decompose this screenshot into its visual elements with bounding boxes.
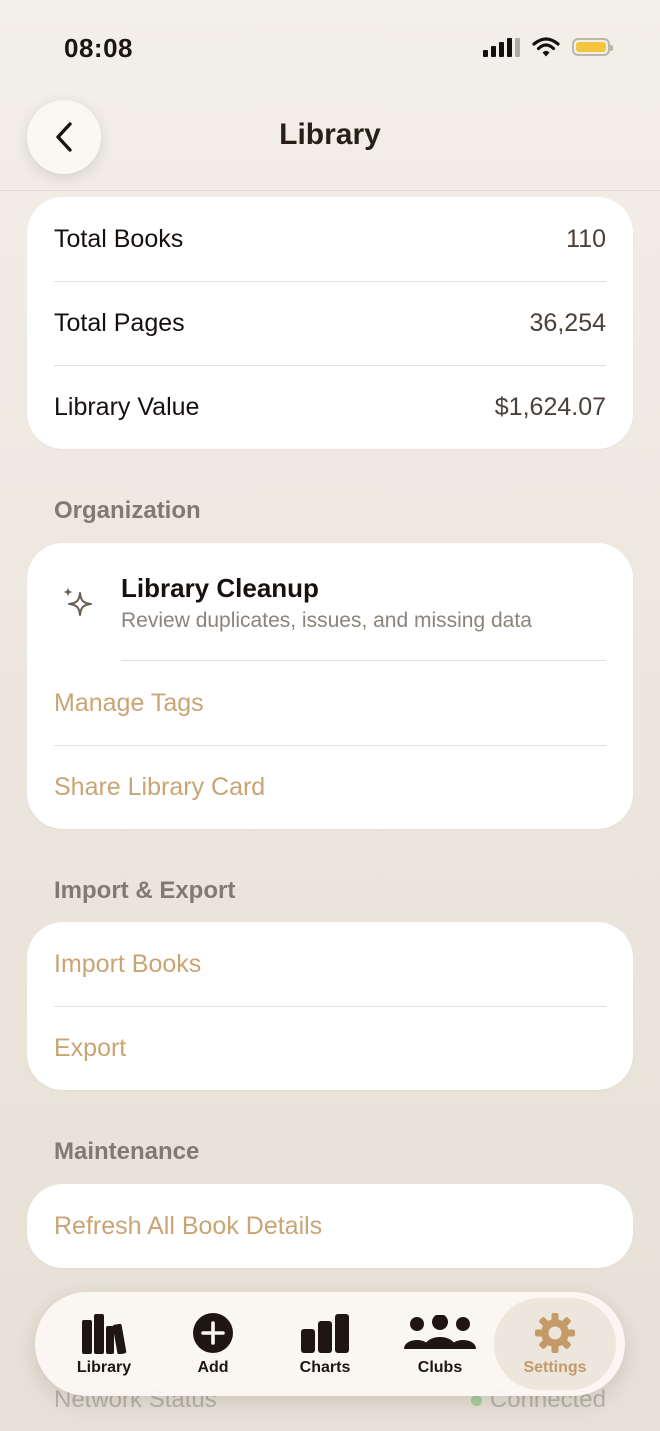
import-books-button[interactable]: Import Books [27,922,633,1006]
status-bar: 08:08 [0,0,660,96]
tab-library[interactable]: Library [57,1292,151,1396]
export-button[interactable]: Export [27,1006,633,1090]
stat-value: 110 [566,224,606,253]
tab-label: Clubs [417,1359,463,1376]
manage-tags-button[interactable]: Manage Tags [27,661,633,745]
stat-row-total-pages: Total Pages 36,254 [27,281,633,365]
status-time: 08:08 [64,33,133,63]
manage-tags-label: Manage Tags [54,688,204,717]
export-label: Export [54,1033,127,1062]
stat-value: 36,254 [529,308,606,337]
stat-value: $1,624.07 [494,392,606,421]
wifi-icon [532,37,560,57]
section-header-import-export: Import & Export [54,877,236,904]
status-icons [483,36,613,58]
library-cleanup-button[interactable]: Library Cleanup Review duplicates, issue… [27,543,633,661]
tab-label: Settings [523,1359,587,1376]
tab-clubs[interactable]: Clubs [393,1292,487,1396]
refresh-book-details-button[interactable]: Refresh All Book Details [27,1184,633,1268]
tab-label: Library [76,1359,132,1376]
stat-label: Library Value [54,392,200,421]
stat-row-total-books: Total Books 110 [27,197,633,281]
stat-label: Total Pages [54,308,185,337]
books-icon [82,1314,127,1354]
people-icon [404,1315,476,1349]
stat-label: Total Books [54,224,184,253]
tab-label: Add [197,1359,229,1376]
tab-settings[interactable]: Settings [494,1298,616,1390]
section-header-organization: Organization [54,497,201,524]
tab-add[interactable]: Add [173,1292,253,1396]
status-dot [470,1394,482,1406]
stat-row-library-value: Library Value $1,624.07 [27,365,633,449]
gear-icon [535,1313,575,1353]
tab-label: Charts [299,1359,351,1376]
battery-icon [572,38,613,56]
import-books-label: Import Books [54,949,202,978]
bar-chart-icon [301,1314,349,1353]
share-library-card-button[interactable]: Share Library Card [27,745,633,829]
sparkles-icon [63,587,92,616]
refresh-book-details-label: Refresh All Book Details [54,1211,323,1240]
tab-charts[interactable]: Charts [279,1292,371,1396]
navigation-bar: Library [0,96,660,191]
organization-card: Library Cleanup Review duplicates, issue… [27,543,633,829]
library-stats-card: Total Books 110 Total Pages 36,254 Libra… [27,197,633,449]
page-title: Library [279,118,381,151]
plus-circle-icon [193,1313,233,1353]
share-library-card-label: Share Library Card [54,772,266,801]
tab-bar: Library Add Charts Clubs Settings [35,1292,625,1396]
cleanup-title: Library Cleanup [121,573,319,603]
section-header-maintenance: Maintenance [54,1138,200,1165]
cellular-signal-icon [483,37,520,57]
cleanup-subtitle: Review duplicates, issues, and missing d… [121,609,532,632]
maintenance-card: Refresh All Book Details [27,1184,633,1268]
import-export-card: Import Books Export [27,922,633,1090]
